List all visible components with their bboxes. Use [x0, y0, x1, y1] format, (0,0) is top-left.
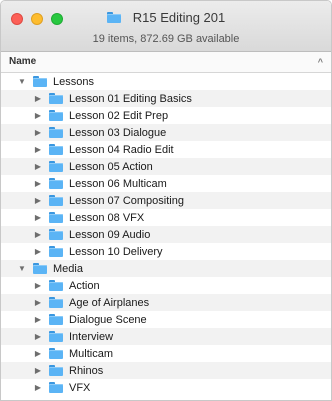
folder-row[interactable]: ▶ Multicam — [1, 345, 331, 362]
folder-icon — [49, 127, 63, 138]
disclosure-collapsed-icon[interactable]: ▶ — [33, 315, 43, 325]
window-title: R15 Editing 201 — [132, 10, 226, 25]
item-name: VFX — [69, 381, 91, 394]
item-name: Lesson 02 Edit Prep — [69, 109, 169, 122]
folder-icon — [49, 110, 63, 121]
disclosure-collapsed-icon[interactable]: ▶ — [33, 383, 43, 393]
item-name: Lessons — [53, 75, 94, 88]
item-name: Lesson 03 Dialogue — [69, 126, 167, 139]
folder-icon — [33, 263, 47, 274]
disclosure-collapsed-icon[interactable]: ▶ — [33, 128, 43, 138]
disclosure-collapsed-icon[interactable]: ▶ — [33, 298, 43, 308]
item-name: Rhinos — [69, 364, 104, 377]
folder-row[interactable]: ▶ Lesson 02 Edit Prep — [1, 107, 331, 124]
title-bar: R15 Editing 201 19 items, 872.69 GB avai… — [1, 1, 331, 52]
disclosure-collapsed-icon[interactable]: ▶ — [33, 145, 43, 155]
folder-icon — [49, 93, 63, 104]
folder-icon — [49, 212, 63, 223]
folder-icon — [49, 348, 63, 359]
name-column-label: Name — [9, 56, 37, 67]
folder-row[interactable]: ▶ Dialogue Scene — [1, 311, 331, 328]
disclosure-expanded-icon[interactable]: ▼ — [17, 264, 27, 274]
folder-row[interactable]: ▶ Rhinos — [1, 362, 331, 379]
disclosure-collapsed-icon[interactable]: ▶ — [33, 111, 43, 121]
item-name: Lesson 08 VFX — [69, 211, 145, 224]
item-name: Age of Airplanes — [69, 296, 150, 309]
folder-row-media[interactable]: ▼ Media — [1, 260, 331, 277]
folder-icon — [49, 297, 63, 308]
folder-row[interactable]: ▶ Lesson 07 Compositing — [1, 192, 331, 209]
folder-icon — [49, 178, 63, 189]
folder-icon — [49, 195, 63, 206]
sort-ascending-icon: ^ — [317, 57, 323, 67]
item-name: Lesson 06 Multicam — [69, 177, 167, 190]
folder-icon — [33, 76, 47, 87]
folder-row[interactable]: ▶ Lesson 08 VFX — [1, 209, 331, 226]
finder-window: R15 Editing 201 19 items, 872.69 GB avai… — [0, 0, 332, 401]
window-title-group: R15 Editing 201 — [1, 10, 331, 25]
folder-row[interactable]: ▶ Lesson 01 Editing Basics — [1, 90, 331, 107]
disclosure-collapsed-icon[interactable]: ▶ — [33, 366, 43, 376]
disclosure-collapsed-icon[interactable]: ▶ — [33, 349, 43, 359]
disclosure-collapsed-icon[interactable]: ▶ — [33, 230, 43, 240]
item-name: Media — [53, 262, 83, 275]
folder-icon — [49, 382, 63, 393]
item-name: Lesson 07 Compositing — [69, 194, 184, 207]
folder-row[interactable]: ▶ Lesson 10 Delivery — [1, 243, 331, 260]
name-column-header[interactable]: Name ^ — [1, 52, 331, 73]
folder-icon — [106, 12, 121, 23]
disclosure-collapsed-icon[interactable]: ▶ — [33, 247, 43, 257]
folder-row[interactable]: ▶ Lesson 09 Audio — [1, 226, 331, 243]
disclosure-collapsed-icon[interactable]: ▶ — [33, 162, 43, 172]
disclosure-collapsed-icon[interactable]: ▶ — [33, 94, 43, 104]
folder-row[interactable]: ▶ Action — [1, 277, 331, 294]
item-name: Lesson 01 Editing Basics — [69, 92, 192, 105]
folder-row[interactable]: ▶ Lesson 04 Radio Edit — [1, 141, 331, 158]
folder-row[interactable]: ▶ Lesson 05 Action — [1, 158, 331, 175]
folder-row[interactable]: ▶ Interview — [1, 328, 331, 345]
item-name: Multicam — [69, 347, 114, 360]
folder-icon — [49, 161, 63, 172]
item-name: Lesson 09 Audio — [69, 228, 151, 241]
disclosure-expanded-icon[interactable]: ▼ — [17, 77, 27, 87]
item-name: Lesson 10 Delivery — [69, 245, 163, 258]
disclosure-collapsed-icon[interactable]: ▶ — [33, 281, 43, 291]
folder-icon — [49, 144, 63, 155]
folder-row[interactable]: ▶ VFX — [1, 379, 331, 396]
folder-row[interactable]: ▶ Lesson 03 Dialogue — [1, 124, 331, 141]
item-name: Lesson 05 Action — [69, 160, 153, 173]
folder-icon — [49, 280, 63, 291]
item-name: Action — [69, 279, 100, 292]
item-name: Dialogue Scene — [69, 313, 147, 326]
folder-icon — [49, 229, 63, 240]
folder-row[interactable]: ▶ Lesson 06 Multicam — [1, 175, 331, 192]
folder-row[interactable]: ▶ Age of Airplanes — [1, 294, 331, 311]
disclosure-collapsed-icon[interactable]: ▶ — [33, 196, 43, 206]
folder-icon — [49, 314, 63, 325]
disclosure-collapsed-icon[interactable]: ▶ — [33, 332, 43, 342]
disclosure-collapsed-icon[interactable]: ▶ — [33, 213, 43, 223]
folder-icon — [49, 365, 63, 376]
item-name: Interview — [69, 330, 114, 343]
item-name: Lesson 04 Radio Edit — [69, 143, 174, 156]
disclosure-collapsed-icon[interactable]: ▶ — [33, 179, 43, 189]
status-text: 19 items, 872.69 GB available — [92, 33, 240, 45]
folder-icon — [49, 331, 63, 342]
file-list: ▼ Lessons ▶ Lesson 01 Editing Basics ▶ Lesson… — [1, 73, 331, 396]
folder-icon — [49, 246, 63, 257]
folder-row-lessons[interactable]: ▼ Lessons — [1, 73, 331, 90]
